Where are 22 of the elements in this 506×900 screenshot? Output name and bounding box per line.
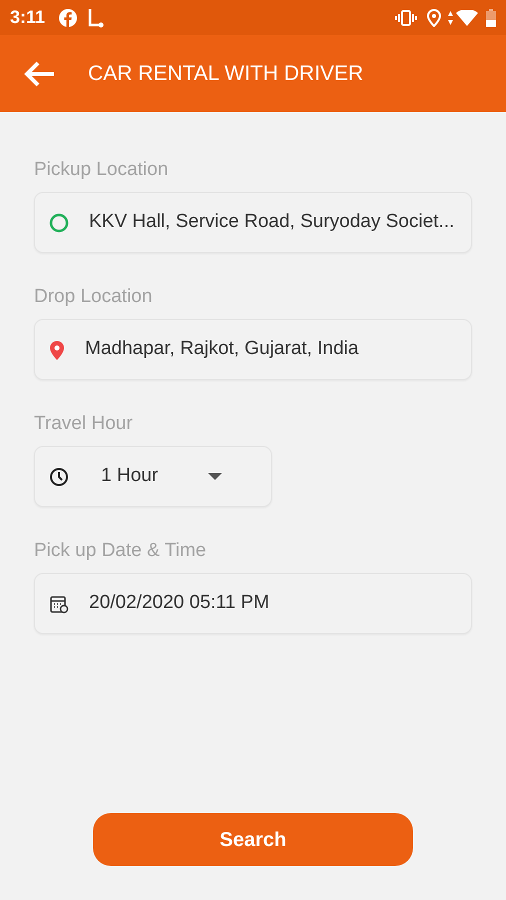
status-time: 3:11 bbox=[10, 6, 46, 29]
wifi-icon bbox=[456, 10, 478, 26]
back-arrow-icon[interactable] bbox=[24, 60, 56, 86]
location-field[interactable]: Madhapar, Rajkot, Gujarat, India bbox=[34, 319, 472, 380]
map-pin-icon bbox=[49, 340, 65, 360]
screen-title: CAR RENTAL WITH DRIVER bbox=[88, 60, 364, 87]
location-field[interactable]: KKV Hall, Service Road, Suryoday Societ... bbox=[34, 192, 472, 253]
location-icon bbox=[427, 8, 441, 26]
field-label: Pickup Location bbox=[34, 158, 170, 182]
data-arrows-icon bbox=[447, 10, 454, 26]
field-label: Pick up Date & Time bbox=[34, 539, 208, 563]
battery-icon bbox=[486, 8, 496, 26]
circle-icon bbox=[49, 212, 69, 232]
date-time-field[interactable]: 20/02/2020 05:11 PM bbox=[34, 573, 472, 634]
vibrate-icon bbox=[395, 10, 417, 26]
clock-icon bbox=[49, 466, 69, 486]
calendar-icon bbox=[49, 594, 69, 614]
field-label: Travel Hour bbox=[34, 412, 134, 436]
dropdown-caret-icon bbox=[208, 472, 222, 480]
hour-dropdown[interactable]: 1 Hour bbox=[34, 446, 272, 507]
field-label: Drop Location bbox=[34, 285, 154, 309]
facebook-icon bbox=[59, 8, 78, 26]
